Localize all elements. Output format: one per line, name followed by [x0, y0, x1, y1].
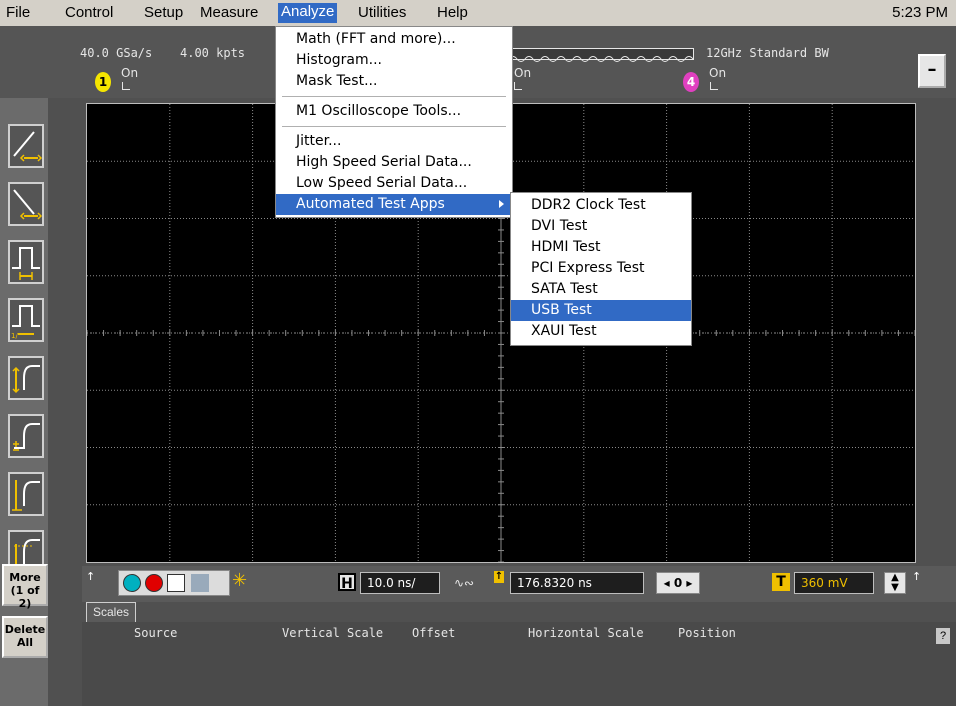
menu-item-high-speed-serial[interactable]: High Speed Serial Data...: [276, 152, 512, 173]
bandwidth-label: 12GHz Standard BW: [706, 46, 829, 60]
svg-text:1/: 1/: [11, 332, 18, 340]
delete-all-button[interactable]: Delete All: [2, 616, 48, 658]
run-button-icon[interactable]: [123, 574, 141, 592]
menu-item-pci-express-test[interactable]: PCI Express Test: [511, 258, 691, 279]
menu-analyze[interactable]: Analyze: [278, 3, 338, 23]
horizontal-position-field[interactable]: 176.8320 ns: [510, 572, 644, 594]
menu-item-xaui-test[interactable]: XAUI Test: [511, 321, 691, 342]
menu-item-ddr2-clock-test[interactable]: DDR2 Clock Test: [511, 195, 691, 216]
submenu-arrow-icon: [499, 200, 504, 208]
falling-edge-trigger-button[interactable]: [8, 182, 44, 226]
falling-edge-icon: [13, 189, 43, 220]
menu-help[interactable]: Help: [437, 4, 468, 21]
rise-time-trigger-button[interactable]: [8, 356, 44, 400]
period-icon: 1/: [11, 305, 40, 340]
pulse-width-icon: [12, 247, 40, 280]
scales-panel: Scales Source Vertical Scale Offset Hori…: [82, 602, 956, 706]
rising-edge-trigger-button[interactable]: [8, 124, 44, 168]
trigger-level-field[interactable]: 360 mV: [794, 572, 874, 594]
trigger-level-spinner[interactable]: ▲ ▼: [884, 572, 906, 594]
help-button[interactable]: ?: [936, 628, 950, 644]
pulse-width-trigger-button[interactable]: [8, 240, 44, 284]
memory-depth: 4.00 kpts: [180, 46, 246, 60]
channel-1-badge[interactable]: 1: [95, 72, 111, 92]
header-source: Source: [134, 626, 178, 640]
menu-item-math[interactable]: Math (FFT and more)...: [276, 29, 512, 50]
automated-test-apps-label: Automated Test Apps: [296, 196, 445, 212]
menu-item-mask-test[interactable]: Mask Test...: [276, 71, 512, 92]
menu-separator: [282, 96, 506, 97]
left-marker-icon: ↑: [86, 570, 96, 583]
channel-3-on-label: On: [514, 66, 532, 80]
menu-item-dvi-test[interactable]: DVI Test: [511, 216, 691, 237]
channel-3-checkbox[interactable]: [514, 82, 522, 90]
runt-trigger-button[interactable]: [8, 414, 44, 458]
menu-item-low-speed-serial[interactable]: Low Speed Serial Data...: [276, 173, 512, 194]
header-vertical-scale: Vertical Scale: [282, 626, 384, 640]
trigger-badge[interactable]: T: [772, 573, 790, 591]
tab-scales[interactable]: Scales: [86, 602, 136, 622]
delete-all-label: All: [16, 636, 34, 649]
rise-time-icon: [12, 365, 40, 394]
sample-rate: 40.0 GSa/s: [80, 46, 153, 60]
stop-button-icon[interactable]: [145, 574, 163, 592]
menu-item-histogram[interactable]: Histogram...: [276, 50, 512, 71]
control-strip: ↑ ✳ H 10.0 ns/ ∿∾ ↑ 176.8320 ns ◂ 0 ▸ T …: [82, 566, 956, 602]
right-marker-icon: ↑: [912, 570, 922, 583]
autoscale-icon[interactable]: ✳: [232, 570, 247, 591]
minimize-button[interactable]: –: [918, 54, 946, 88]
setup-hold-trigger-button[interactable]: [8, 472, 44, 516]
menu-item-automated-test-apps[interactable]: Automated Test Apps: [276, 194, 512, 215]
runt-icon: [13, 423, 40, 451]
menu-file[interactable]: File: [6, 4, 30, 21]
setup-hold-icon: [12, 480, 40, 511]
automated-test-apps-submenu: DDR2 Clock Test DVI Test HDMI Test PCI E…: [510, 192, 692, 346]
rising-edge-icon: [13, 131, 43, 162]
channel-1-checkbox[interactable]: [122, 82, 130, 90]
waveform-mode-icon[interactable]: ∿∾: [454, 576, 474, 590]
menu-bar: File Control Setup Measure Analyze Utili…: [0, 0, 956, 26]
bandwidth-waveform-icon: [508, 48, 694, 62]
header-horizontal-scale: Horizontal Scale: [528, 626, 644, 640]
run-control-group: [118, 570, 230, 596]
delay-reference-control[interactable]: ◂ 0 ▸: [656, 572, 700, 594]
menu-control[interactable]: Control: [65, 4, 113, 21]
menu-item-usb-test[interactable]: USB Test: [511, 300, 691, 321]
more-label: More: [9, 571, 41, 584]
horizontal-badge[interactable]: H: [338, 573, 356, 592]
menu-measure[interactable]: Measure: [200, 4, 258, 21]
channel-4-badge[interactable]: 4: [683, 72, 699, 92]
menu-setup[interactable]: Setup: [144, 4, 183, 21]
more-page-label: (1 of 2): [10, 584, 40, 610]
menu-item-hdmi-test[interactable]: HDMI Test: [511, 237, 691, 258]
menu-item-jitter[interactable]: Jitter...: [276, 131, 512, 152]
menu-utilities[interactable]: Utilities: [358, 4, 406, 21]
more-button[interactable]: More (1 of 2): [2, 564, 48, 610]
menu-separator: [282, 126, 506, 127]
delete-label: Delete: [4, 623, 46, 636]
header-position: Position: [678, 626, 736, 640]
channel-4-on-label: On: [709, 66, 727, 80]
scales-table: Source Vertical Scale Offset Horizontal …: [82, 622, 956, 706]
single-button-icon[interactable]: [167, 574, 185, 592]
channel-4-checkbox[interactable]: [710, 82, 718, 90]
time-per-div-field[interactable]: 10.0 ns/: [360, 572, 440, 594]
delay-ref-value: 0: [673, 576, 683, 590]
period-trigger-button[interactable]: 1/: [8, 298, 44, 342]
trigger-toolbar: 1/ More (1 of 2) Delete All: [0, 98, 48, 706]
header-offset: Offset: [412, 626, 456, 640]
menu-item-m1-tools[interactable]: M1 Oscilloscope Tools...: [276, 101, 512, 122]
print-icon[interactable]: [191, 574, 209, 592]
clock: 5:23 PM: [892, 4, 948, 21]
menu-item-sata-test[interactable]: SATA Test: [511, 279, 691, 300]
analyze-menu: Math (FFT and more)... Histogram... Mask…: [275, 26, 513, 218]
trigger-position-icon: ↑: [494, 571, 504, 583]
channel-1-on-label: On: [121, 66, 139, 80]
